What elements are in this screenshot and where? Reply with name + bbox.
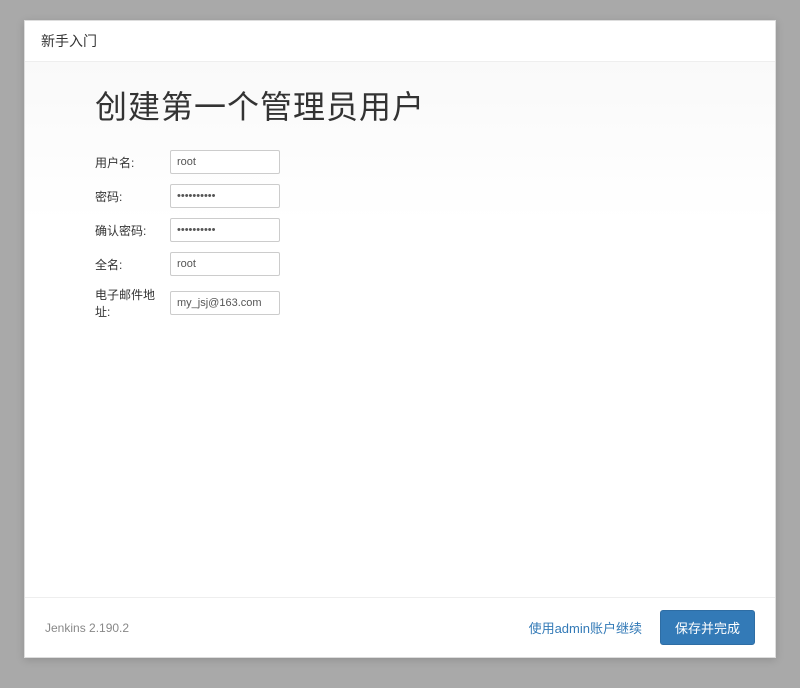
page-title: 创建第一个管理员用户 (95, 82, 705, 128)
username-label: 用户名: (95, 154, 170, 171)
continue-as-admin-link[interactable]: 使用admin账户继续 (529, 618, 642, 637)
fullname-input[interactable] (170, 252, 280, 276)
version-text: Jenkins 2.190.2 (45, 621, 129, 635)
modal-header: 新手入门 (25, 21, 775, 62)
form-row-password: 密码: (95, 184, 705, 208)
confirm-password-label: 确认密码: (95, 222, 170, 239)
email-label: 电子邮件地址: (95, 286, 170, 320)
email-input[interactable] (170, 291, 280, 315)
fullname-label: 全名: (95, 256, 170, 273)
modal-title: 新手入门 (41, 33, 97, 49)
username-input[interactable] (170, 150, 280, 174)
password-label: 密码: (95, 188, 170, 205)
form-row-username: 用户名: (95, 150, 705, 174)
password-input[interactable] (170, 184, 280, 208)
save-and-finish-button[interactable]: 保存并完成 (660, 610, 755, 645)
form-row-email: 电子邮件地址: (95, 286, 705, 320)
form-row-fullname: 全名: (95, 252, 705, 276)
confirm-password-input[interactable] (170, 218, 280, 242)
setup-wizard-modal: 新手入门 创建第一个管理员用户 用户名: 密码: 确认密码: 全名: 电子邮件地… (24, 20, 776, 658)
modal-footer: Jenkins 2.190.2 使用admin账户继续 保存并完成 (25, 597, 775, 657)
footer-actions: 使用admin账户继续 保存并完成 (529, 610, 755, 645)
modal-body: 创建第一个管理员用户 用户名: 密码: 确认密码: 全名: 电子邮件地址: (25, 62, 775, 597)
form-row-confirm-password: 确认密码: (95, 218, 705, 242)
